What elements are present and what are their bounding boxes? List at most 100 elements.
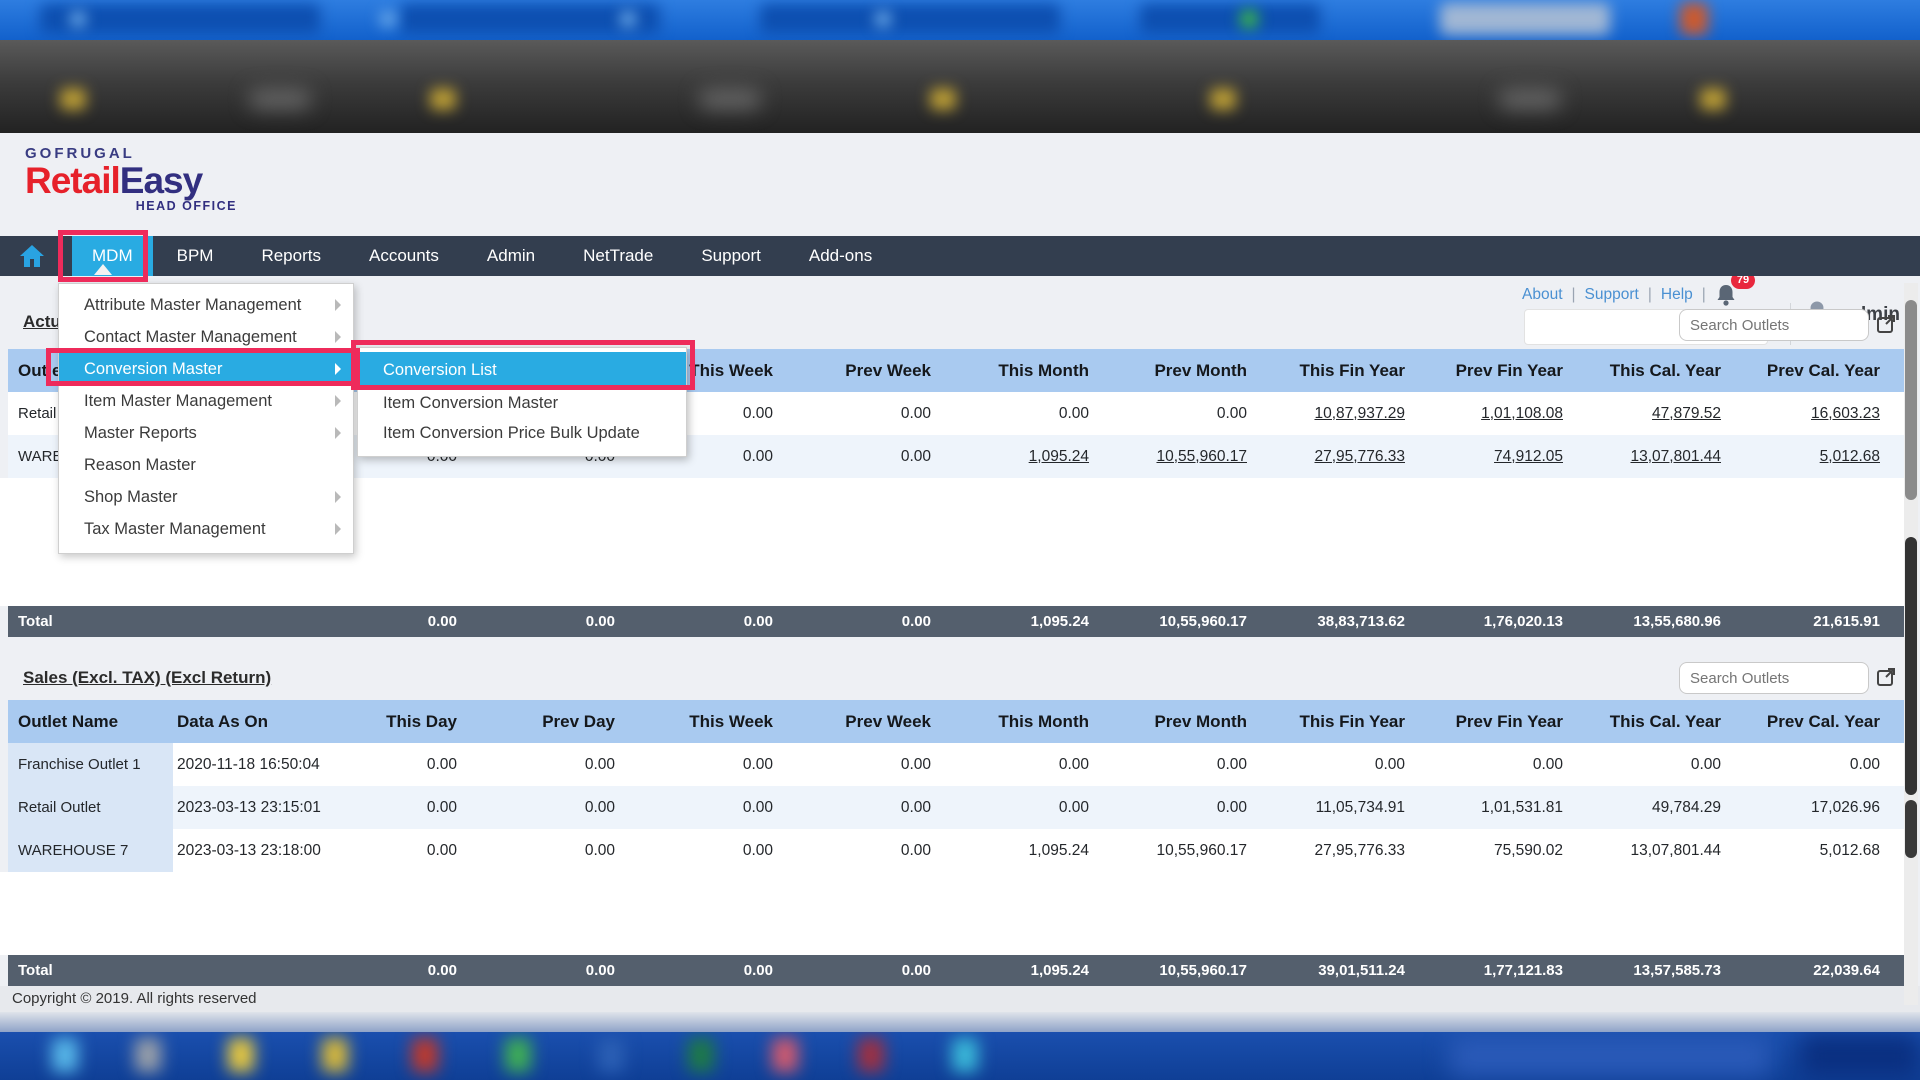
cell: 0.00 xyxy=(639,829,797,872)
cell[interactable]: 27,95,776.33 xyxy=(1271,435,1429,478)
cell[interactable]: 1,01,108.08 xyxy=(1429,392,1587,435)
total-cell: 0.00 xyxy=(323,955,481,986)
cell[interactable]: 0.00 xyxy=(797,435,955,478)
cell: 0.00 xyxy=(1429,743,1587,786)
total-cell: 13,57,585.73 xyxy=(1587,955,1745,986)
blurred-taskbar-panel xyxy=(1450,1036,1770,1076)
cell: 1,095.24 xyxy=(955,829,1113,872)
submenu-item-item-conversion-price-bulk-update[interactable]: Item Conversion Price Bulk Update xyxy=(358,418,686,448)
blurred-bookmark xyxy=(60,88,86,110)
cell: 2023-03-13 23:18:00 xyxy=(173,829,323,872)
cell[interactable]: 47,879.52 xyxy=(1587,392,1745,435)
activity-total-row: Total 0.00 0.00 0.00 0.00 1,095.24 10,55… xyxy=(8,606,1904,637)
cell: 2023-03-13 23:15:01 xyxy=(173,786,323,829)
cell[interactable]: 5,012.68 xyxy=(1745,435,1904,478)
nav-item-mdm[interactable]: MDM xyxy=(72,236,153,276)
col-header: Prev Month xyxy=(1113,700,1271,743)
menu-item-master-reports[interactable]: Master Reports xyxy=(59,417,353,449)
menu-item-label: Tax Master Management xyxy=(84,520,266,538)
cell[interactable]: 13,07,801.44 xyxy=(1587,435,1745,478)
blurred-bookmark xyxy=(1700,88,1726,110)
cell: 0.00 xyxy=(1271,743,1429,786)
home-nav-button[interactable] xyxy=(0,236,64,276)
browser-toolbar-blur xyxy=(0,40,1920,133)
col-header: Outlet Name xyxy=(8,700,173,743)
total-cell: 22,039.64 xyxy=(1745,955,1904,986)
cell[interactable]: 0.00 xyxy=(955,392,1113,435)
cell: 0.00 xyxy=(481,786,639,829)
table-row: Retail Outlet 2023-03-13 23:15:01 0.00 0… xyxy=(8,786,1904,829)
total-cell: 0.00 xyxy=(481,606,639,637)
nav-item-accounts[interactable]: Accounts xyxy=(345,236,463,276)
sales-expand-icon[interactable] xyxy=(1876,667,1896,692)
sales-search-outlets-input[interactable] xyxy=(1679,662,1869,694)
submenu-item-conversion-list[interactable]: Conversion List xyxy=(358,352,686,388)
activity-search-outlets-input[interactable] xyxy=(1679,309,1869,341)
browser-tab-strip xyxy=(0,0,1920,40)
total-cell: 21,615.91 xyxy=(1745,606,1904,637)
logo-retail: Retail xyxy=(25,160,120,201)
submenu-item-item-conversion-master[interactable]: Item Conversion Master xyxy=(358,388,686,418)
total-label: Total xyxy=(8,955,323,986)
menu-item-conversion-master[interactable]: Conversion Master xyxy=(59,353,353,385)
total-cell: 0.00 xyxy=(797,955,955,986)
submenu-arrow-icon xyxy=(335,363,341,375)
cell: 0.00 xyxy=(323,829,481,872)
col-header: Prev Cal. Year xyxy=(1745,349,1904,392)
col-header: This Day xyxy=(323,700,481,743)
screen: GOFRUGAL RetailEasy HEAD OFFICE About| S… xyxy=(0,0,1920,1080)
scrollbar-thumb[interactable] xyxy=(1905,800,1917,858)
col-header: Prev Cal. Year xyxy=(1745,700,1904,743)
menu-item-tax-master[interactable]: Tax Master Management xyxy=(59,513,353,545)
menu-item-attribute-master[interactable]: Attribute Master Management xyxy=(59,289,353,321)
submenu-arrow-icon xyxy=(335,299,341,311)
col-header: Prev Month xyxy=(1113,349,1271,392)
nav-item-nettrade[interactable]: NetTrade xyxy=(559,236,677,276)
cell[interactable]: 1,095.24 xyxy=(955,435,1113,478)
nav-item-support[interactable]: Support xyxy=(677,236,785,276)
cell: 0.00 xyxy=(797,786,955,829)
total-cell: 10,55,960.17 xyxy=(1113,606,1271,637)
menu-item-shop-master[interactable]: Shop Master xyxy=(59,481,353,513)
nav-item-bpm[interactable]: BPM xyxy=(153,236,238,276)
scrollbar-thumb[interactable] xyxy=(1905,300,1917,500)
nav-item-reports[interactable]: Reports xyxy=(237,236,345,276)
cell: 0.00 xyxy=(639,743,797,786)
total-cell: 13,55,680.96 xyxy=(1587,606,1745,637)
cell[interactable]: 16,603.23 xyxy=(1745,392,1904,435)
blurred-taskbar-icon xyxy=(952,1038,978,1072)
cell[interactable]: 74,912.05 xyxy=(1429,435,1587,478)
scrollbar-track[interactable] xyxy=(1904,283,1918,1005)
col-header: Prev Week xyxy=(797,700,955,743)
cell: 0.00 xyxy=(1113,743,1271,786)
cell[interactable]: 0.00 xyxy=(1113,392,1271,435)
blurred-bookmark xyxy=(1500,90,1560,108)
col-header: Prev Fin Year xyxy=(1429,700,1587,743)
blurred-taskbar-clock xyxy=(1800,1034,1920,1078)
copyright-footer: Copyright © 2019. All rights reserved xyxy=(0,986,1920,1012)
total-cell: 0.00 xyxy=(639,955,797,986)
activity-section-title[interactable]: Actu xyxy=(23,312,61,332)
cell: 13,07,801.44 xyxy=(1587,829,1745,872)
menu-item-label: Item Master Management xyxy=(84,392,272,410)
menu-item-label: Shop Master xyxy=(84,488,178,506)
blurred-taskbar-icon xyxy=(322,1038,348,1072)
sales-section-title[interactable]: Sales (Excl. TAX) (Excl Return) xyxy=(23,668,271,688)
blurred-taskbar-icon xyxy=(135,1038,161,1072)
cell[interactable]: 10,55,960.17 xyxy=(1113,435,1271,478)
blurred-taskbar-icon xyxy=(772,1038,798,1072)
scrollbar-thumb[interactable] xyxy=(1905,537,1917,795)
menu-item-label: Conversion Master xyxy=(84,360,222,378)
activity-expand-icon[interactable] xyxy=(1876,314,1896,339)
menu-item-item-master[interactable]: Item Master Management xyxy=(59,385,353,417)
menu-item-contact-master[interactable]: Contact Master Management xyxy=(59,321,353,353)
cell[interactable]: 10,87,937.29 xyxy=(1271,392,1429,435)
menu-item-reason-master[interactable]: Reason Master xyxy=(59,449,353,481)
nav-item-admin[interactable]: Admin xyxy=(463,236,559,276)
cell: 2020-11-18 16:50:04 xyxy=(173,743,323,786)
cell[interactable]: 0.00 xyxy=(797,392,955,435)
nav-item-addons[interactable]: Add-ons xyxy=(785,236,896,276)
cell: 0.00 xyxy=(797,829,955,872)
blurred-bookmark xyxy=(930,88,956,110)
cell: Retail Outlet xyxy=(8,786,173,829)
